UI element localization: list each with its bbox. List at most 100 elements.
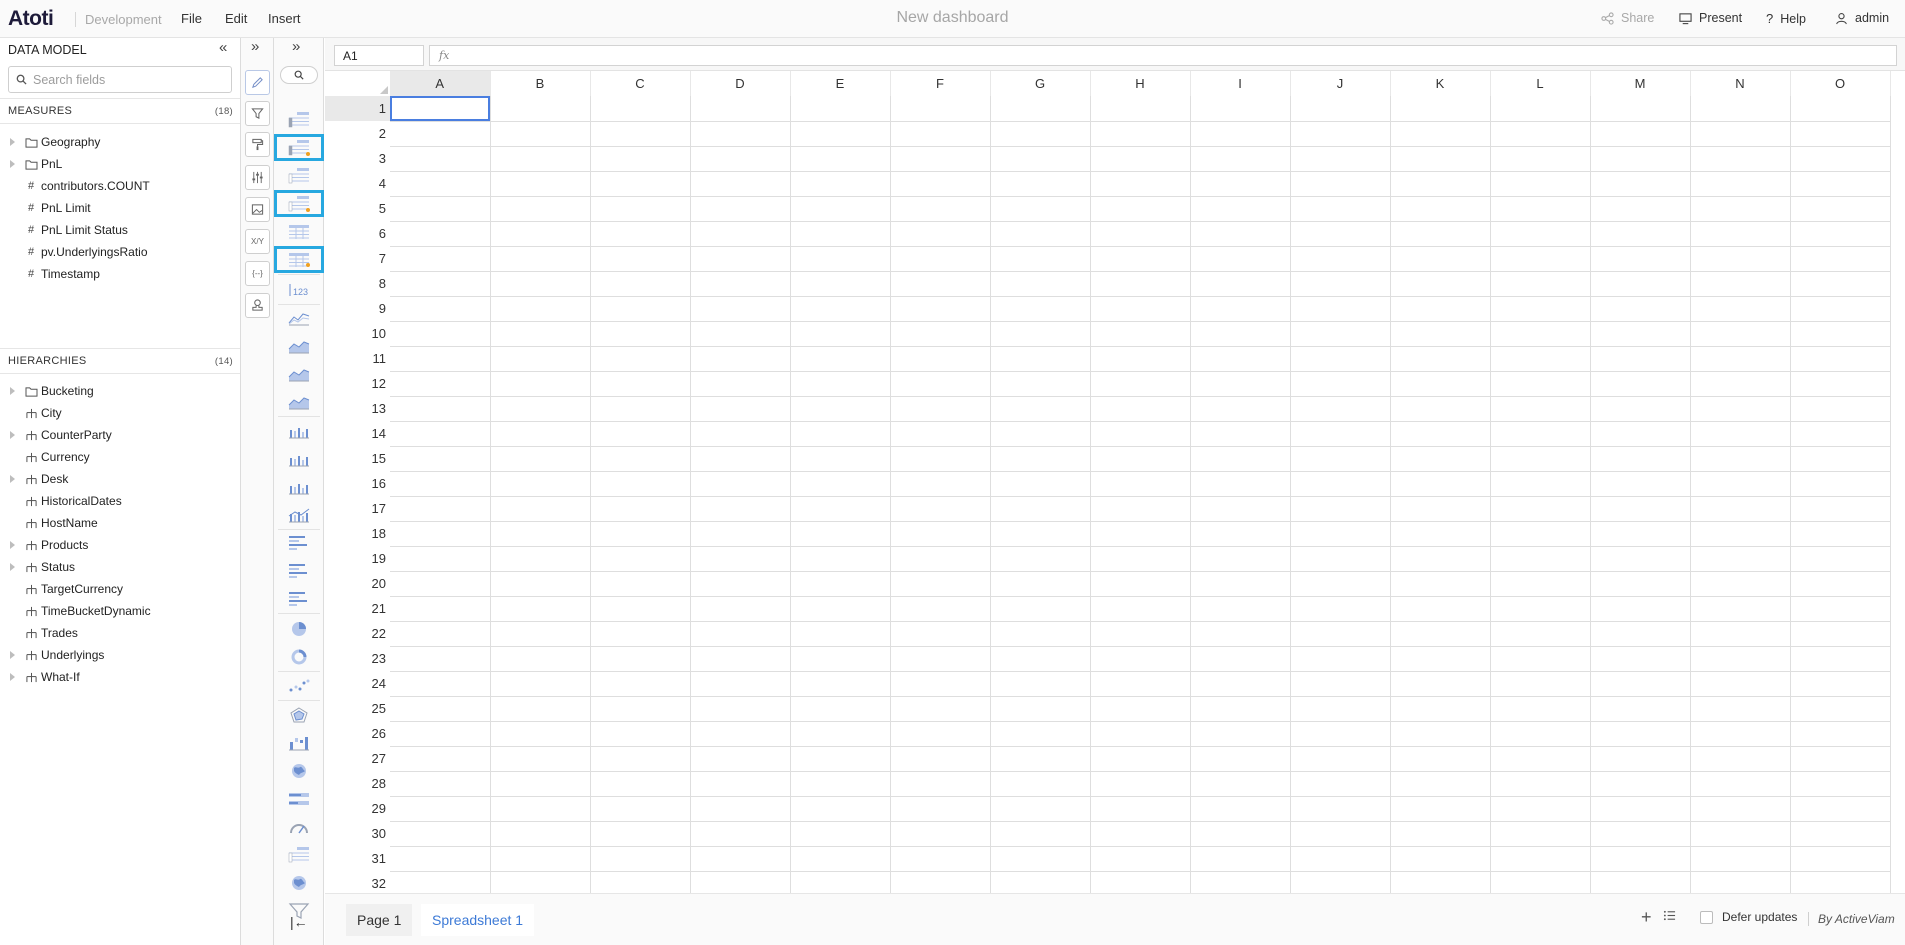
page-list-icon[interactable] — [1663, 909, 1676, 927]
cell[interactable] — [890, 771, 991, 797]
cell[interactable] — [390, 621, 491, 647]
cell[interactable] — [1190, 396, 1291, 422]
cell[interactable] — [790, 171, 891, 197]
braces-tool-button[interactable]: {--} — [245, 261, 270, 286]
row-header[interactable]: 4 — [325, 171, 390, 196]
cell[interactable] — [1690, 521, 1791, 547]
cell[interactable] — [1590, 796, 1691, 822]
cell[interactable] — [1490, 421, 1591, 447]
cell[interactable] — [1290, 371, 1391, 397]
cell[interactable] — [1290, 871, 1391, 893]
cell[interactable] — [1090, 521, 1191, 547]
cell[interactable] — [1090, 446, 1191, 472]
cell[interactable] — [1290, 471, 1391, 497]
cell[interactable] — [490, 121, 591, 147]
cell[interactable] — [1090, 471, 1191, 497]
cell[interactable] — [1590, 371, 1691, 397]
cell[interactable] — [1290, 296, 1391, 322]
present-button[interactable]: Present — [1679, 11, 1742, 25]
cell[interactable] — [1490, 621, 1591, 647]
cell[interactable] — [990, 771, 1091, 797]
cell[interactable] — [590, 521, 691, 547]
tree-item[interactable]: Currency — [0, 446, 240, 468]
cell[interactable] — [1090, 121, 1191, 147]
cell[interactable] — [1590, 421, 1691, 447]
cell[interactable] — [390, 296, 491, 322]
cell[interactable] — [590, 871, 691, 893]
clustered-bar-icon[interactable] — [274, 557, 324, 584]
cell[interactable] — [890, 821, 991, 847]
cell[interactable] — [490, 171, 591, 197]
cell[interactable] — [1190, 346, 1291, 372]
cell[interactable] — [1090, 796, 1191, 822]
cell[interactable] — [990, 721, 1091, 747]
cell[interactable] — [390, 146, 491, 172]
cell[interactable] — [390, 696, 491, 722]
cell[interactable] — [1290, 421, 1391, 447]
row-header[interactable]: 12 — [325, 371, 390, 396]
cell[interactable] — [690, 796, 791, 822]
stacked-bar-icon[interactable] — [274, 585, 324, 612]
cell[interactable] — [890, 421, 991, 447]
cell[interactable] — [1090, 596, 1191, 622]
cell[interactable] — [1490, 671, 1591, 697]
cell[interactable] — [1690, 321, 1791, 347]
cell[interactable] — [1490, 596, 1591, 622]
expand-caret-icon[interactable] — [10, 541, 15, 549]
cell[interactable] — [790, 571, 891, 597]
stacked-column-icon[interactable] — [274, 473, 324, 500]
cell[interactable] — [1590, 596, 1691, 622]
cell[interactable] — [1690, 146, 1791, 172]
cell[interactable] — [1490, 221, 1591, 247]
tree-item[interactable]: # contributors.COUNT — [0, 175, 240, 197]
cell[interactable] — [690, 771, 791, 797]
tree-item[interactable]: City — [0, 402, 240, 424]
cell[interactable] — [690, 146, 791, 172]
cell[interactable] — [690, 96, 791, 122]
cell[interactable] — [1790, 446, 1891, 472]
cell[interactable] — [1090, 346, 1191, 372]
cell[interactable] — [890, 471, 991, 497]
cell[interactable] — [890, 721, 991, 747]
cell[interactable] — [390, 846, 491, 872]
cell[interactable] — [990, 221, 1091, 247]
column-header[interactable]: F — [890, 71, 991, 96]
cell[interactable] — [390, 746, 491, 772]
row-header[interactable]: 3 — [325, 146, 390, 171]
cell[interactable] — [1690, 696, 1791, 722]
expand-caret-icon[interactable] — [10, 475, 15, 483]
cell[interactable] — [1090, 771, 1191, 797]
row-header[interactable]: 29 — [325, 796, 390, 821]
scatter-plot-icon[interactable] — [274, 672, 324, 699]
cell[interactable] — [1390, 821, 1491, 847]
cell[interactable] — [1790, 471, 1891, 497]
cell[interactable] — [1390, 646, 1491, 672]
cell[interactable] — [590, 221, 691, 247]
add-page-icon[interactable]: + — [1641, 907, 1652, 928]
cell[interactable] — [990, 596, 1091, 622]
cell[interactable] — [1390, 196, 1491, 222]
cell[interactable] — [490, 696, 591, 722]
cell[interactable] — [790, 196, 891, 222]
cell[interactable] — [1090, 546, 1191, 572]
cell[interactable] — [1390, 796, 1491, 822]
cell[interactable] — [390, 471, 491, 497]
cell[interactable] — [790, 621, 891, 647]
cell[interactable] — [1290, 521, 1391, 547]
formula-input[interactable]: fx — [429, 45, 1897, 66]
cell[interactable] — [1090, 721, 1191, 747]
cell[interactable] — [1290, 146, 1391, 172]
tree-item[interactable]: HistoricalDates — [0, 490, 240, 512]
row-header[interactable]: 17 — [325, 496, 390, 521]
cell[interactable] — [1690, 346, 1791, 372]
column-header[interactable]: M — [1590, 71, 1691, 96]
cell[interactable] — [1790, 696, 1891, 722]
cell[interactable] — [1390, 296, 1491, 322]
cell[interactable] — [1090, 146, 1191, 172]
column-header[interactable]: L — [1490, 71, 1591, 96]
tree-item[interactable]: Status — [0, 556, 240, 578]
cell[interactable] — [1590, 746, 1691, 772]
cell[interactable] — [790, 546, 891, 572]
expand-caret-icon[interactable] — [10, 563, 15, 571]
cell[interactable] — [1190, 221, 1291, 247]
